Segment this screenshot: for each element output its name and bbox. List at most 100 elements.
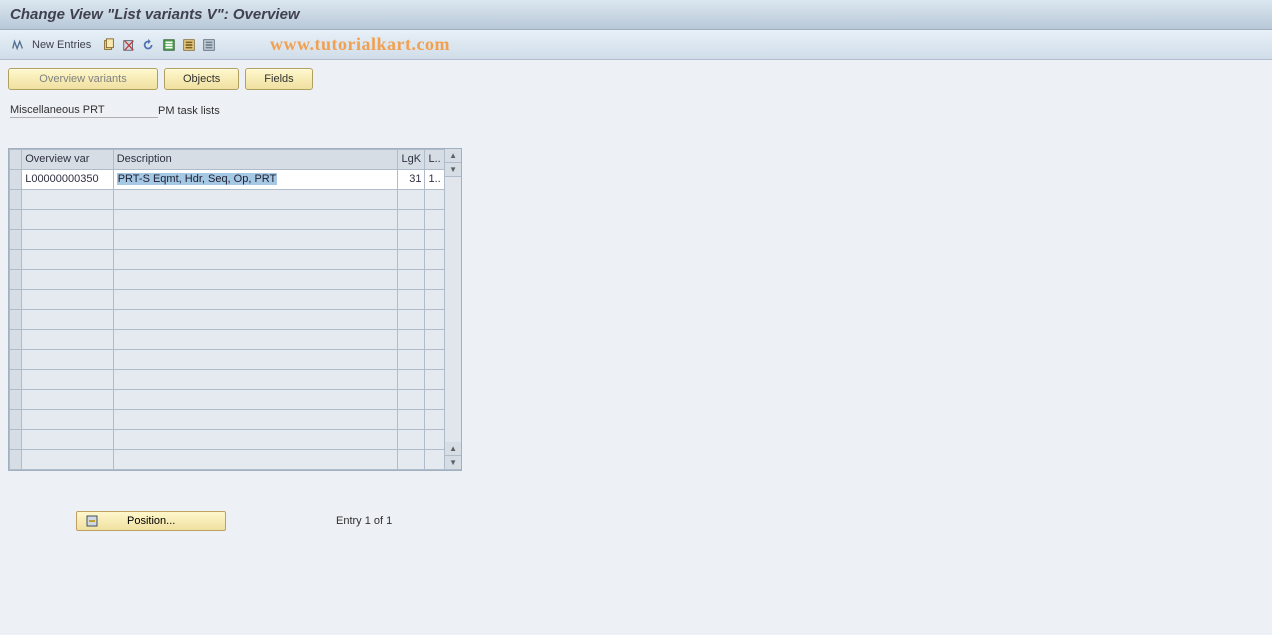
- cell-l[interactable]: [425, 390, 445, 410]
- table-row[interactable]: [10, 270, 445, 290]
- cell-l[interactable]: [425, 310, 445, 330]
- cell-l[interactable]: [425, 370, 445, 390]
- toggle-icon[interactable]: [10, 37, 26, 53]
- cell-description[interactable]: [113, 250, 398, 270]
- row-selector[interactable]: [10, 170, 22, 190]
- tab-overview-variants[interactable]: Overview variants: [8, 68, 158, 90]
- header-lgk[interactable]: LgK: [398, 150, 425, 170]
- header-overview-var[interactable]: Overview var: [22, 150, 114, 170]
- table-row[interactable]: [10, 430, 445, 450]
- cell-l[interactable]: [425, 430, 445, 450]
- select-all-icon[interactable]: [161, 37, 177, 53]
- row-selector[interactable]: [10, 370, 22, 390]
- cell-overview-var[interactable]: [22, 270, 114, 290]
- cell-overview-var[interactable]: [22, 310, 114, 330]
- cell-l[interactable]: [425, 270, 445, 290]
- cell-overview-var[interactable]: [22, 370, 114, 390]
- cell-lgk[interactable]: [398, 250, 425, 270]
- cell-l[interactable]: [425, 190, 445, 210]
- cell-overview-var[interactable]: [22, 350, 114, 370]
- cell-l[interactable]: [425, 230, 445, 250]
- row-selector[interactable]: [10, 210, 22, 230]
- cell-description[interactable]: [113, 450, 398, 470]
- scroll-down2-icon[interactable]: ▼: [445, 456, 461, 470]
- cell-lgk[interactable]: [398, 410, 425, 430]
- scroll-up-icon[interactable]: ▲: [445, 149, 461, 163]
- cell-description[interactable]: [113, 350, 398, 370]
- table-row[interactable]: [10, 210, 445, 230]
- table-row[interactable]: [10, 390, 445, 410]
- cell-l[interactable]: [425, 410, 445, 430]
- table-row[interactable]: [10, 450, 445, 470]
- cell-lgk[interactable]: [398, 230, 425, 250]
- cell-lgk[interactable]: [398, 310, 425, 330]
- cell-description[interactable]: [113, 330, 398, 350]
- cell-lgk[interactable]: [398, 350, 425, 370]
- new-entries-button[interactable]: New Entries: [30, 39, 97, 51]
- row-selector[interactable]: [10, 230, 22, 250]
- cell-lgk[interactable]: [398, 430, 425, 450]
- scroll-up2-icon[interactable]: ▲: [445, 442, 461, 456]
- cell-overview-var[interactable]: [22, 190, 114, 210]
- cell-overview-var[interactable]: [22, 330, 114, 350]
- cell-description[interactable]: [113, 430, 398, 450]
- cell-lgk[interactable]: [398, 270, 425, 290]
- header-l[interactable]: L..: [425, 150, 445, 170]
- cell-l[interactable]: [425, 330, 445, 350]
- cell-l[interactable]: [425, 450, 445, 470]
- cell-overview-var[interactable]: [22, 390, 114, 410]
- cell-overview-var[interactable]: [22, 410, 114, 430]
- scroll-track[interactable]: [445, 177, 461, 442]
- cell-overview-var[interactable]: [22, 250, 114, 270]
- row-selector[interactable]: [10, 390, 22, 410]
- row-selector[interactable]: [10, 290, 22, 310]
- delete-icon[interactable]: [121, 37, 137, 53]
- table-row[interactable]: [10, 310, 445, 330]
- table-row[interactable]: [10, 290, 445, 310]
- cell-description[interactable]: PRT-S Eqmt, Hdr, Seq, Op, PRT: [113, 170, 398, 190]
- deselect-all-icon[interactable]: [201, 37, 217, 53]
- position-button[interactable]: Position...: [76, 511, 226, 531]
- cell-description[interactable]: [113, 310, 398, 330]
- table-row[interactable]: L00000000350PRT-S Eqmt, Hdr, Seq, Op, PR…: [10, 170, 445, 190]
- vertical-scrollbar[interactable]: ▲ ▼ ▲ ▼: [445, 149, 461, 470]
- tab-fields[interactable]: Fields: [245, 68, 312, 90]
- cell-description[interactable]: [113, 390, 398, 410]
- row-selector[interactable]: [10, 330, 22, 350]
- table-row[interactable]: [10, 350, 445, 370]
- cell-l[interactable]: [425, 290, 445, 310]
- cell-description[interactable]: [113, 270, 398, 290]
- row-selector[interactable]: [10, 450, 22, 470]
- cell-overview-var[interactable]: [22, 230, 114, 250]
- cell-overview-var[interactable]: [22, 290, 114, 310]
- row-selector[interactable]: [10, 310, 22, 330]
- cell-l[interactable]: [425, 350, 445, 370]
- cell-l[interactable]: 1..: [425, 170, 445, 190]
- table-row[interactable]: [10, 230, 445, 250]
- cell-lgk[interactable]: [398, 330, 425, 350]
- cell-description[interactable]: [113, 290, 398, 310]
- row-selector[interactable]: [10, 350, 22, 370]
- cell-description[interactable]: [113, 210, 398, 230]
- row-selector[interactable]: [10, 270, 22, 290]
- cell-lgk[interactable]: [398, 390, 425, 410]
- cell-lgk[interactable]: [398, 370, 425, 390]
- table-row[interactable]: [10, 410, 445, 430]
- cell-lgk[interactable]: [398, 290, 425, 310]
- tab-objects[interactable]: Objects: [164, 68, 239, 90]
- cell-l[interactable]: [425, 250, 445, 270]
- cell-lgk[interactable]: [398, 210, 425, 230]
- header-description[interactable]: Description: [113, 150, 398, 170]
- table-row[interactable]: [10, 370, 445, 390]
- cell-description[interactable]: [113, 410, 398, 430]
- scroll-down-icon[interactable]: ▼: [445, 163, 461, 177]
- cell-lgk[interactable]: [398, 190, 425, 210]
- cell-description[interactable]: [113, 190, 398, 210]
- table-row[interactable]: [10, 250, 445, 270]
- cell-description[interactable]: [113, 370, 398, 390]
- cell-overview-var[interactable]: [22, 210, 114, 230]
- table-row[interactable]: [10, 330, 445, 350]
- cell-overview-var[interactable]: [22, 450, 114, 470]
- row-selector[interactable]: [10, 250, 22, 270]
- copy-icon[interactable]: [101, 37, 117, 53]
